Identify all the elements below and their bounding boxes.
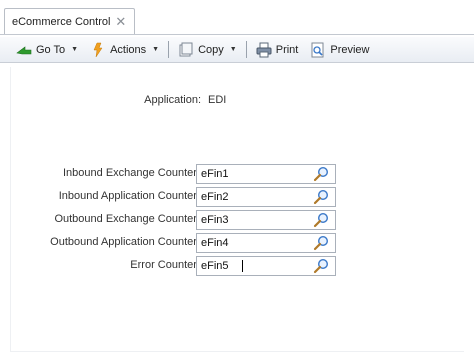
copy-label: Copy	[198, 43, 224, 56]
preview-icon	[310, 42, 326, 58]
field-row-inbound-application: Inbound Application Counter:	[11, 187, 465, 207]
form-panel: Application: EDI Inbound Exchange Counte…	[10, 67, 464, 352]
field-row-inbound-exchange: Inbound Exchange Counter:	[11, 164, 465, 184]
preview-label: Preview	[330, 43, 370, 56]
application-value: EDI	[208, 94, 227, 106]
goto-button[interactable]: Go To ▼	[10, 40, 84, 60]
chevron-down-icon: ▼	[152, 46, 160, 53]
copy-icon	[178, 42, 194, 58]
print-label: Print	[275, 43, 299, 56]
field-label: Error Counter:	[130, 259, 200, 271]
chevron-down-icon: ▼	[229, 46, 237, 53]
actions-button[interactable]: Actions ▼	[84, 40, 165, 60]
actions-label: Actions	[110, 43, 147, 56]
tab-divider	[0, 34, 474, 35]
print-button[interactable]: Print	[250, 40, 305, 60]
chevron-down-icon: ▼	[71, 46, 79, 53]
magnifier-icon[interactable]	[313, 212, 330, 228]
toolbar-separator	[168, 41, 170, 58]
copy-button[interactable]: Copy ▼	[172, 40, 243, 60]
close-icon[interactable]: ✕	[115, 15, 126, 28]
magnifier-icon[interactable]	[313, 166, 330, 182]
field-label: Inbound Application Counter:	[58, 190, 200, 202]
text-cursor	[242, 260, 243, 272]
application-row: Application: EDI	[11, 94, 341, 108]
toolbar: Go To ▼ Actions ▼ Copy ▼ Print Preview	[0, 37, 474, 63]
field-row-error-counter: Error Counter:	[11, 256, 465, 276]
field-label: Outbound Application Counter:	[50, 236, 200, 248]
application-label: Application:	[144, 94, 201, 106]
tab-label: eCommerce Control	[12, 15, 111, 28]
preview-button[interactable]: Preview	[304, 40, 375, 60]
magnifier-icon[interactable]	[313, 235, 330, 251]
field-label: Outbound Exchange Counter:	[54, 213, 200, 225]
field-row-outbound-application: Outbound Application Counter:	[11, 233, 465, 253]
toolbar-separator	[245, 41, 247, 58]
printer-icon	[256, 42, 272, 58]
tab-strip: eCommerce Control ✕	[0, 0, 474, 37]
goto-label: Go To	[36, 43, 66, 56]
magnifier-icon[interactable]	[313, 189, 330, 205]
field-row-outbound-exchange: Outbound Exchange Counter:	[11, 210, 465, 230]
ecommerce-control-window: eCommerce Control ✕ Go To ▼ Actions ▼ Co…	[0, 0, 474, 356]
magnifier-icon[interactable]	[313, 258, 330, 274]
tab-ecommerce-control[interactable]: eCommerce Control ✕	[4, 8, 136, 34]
lightning-icon	[90, 42, 106, 58]
field-label: Inbound Exchange Counter:	[63, 167, 200, 179]
green-arrow-icon	[16, 42, 32, 58]
